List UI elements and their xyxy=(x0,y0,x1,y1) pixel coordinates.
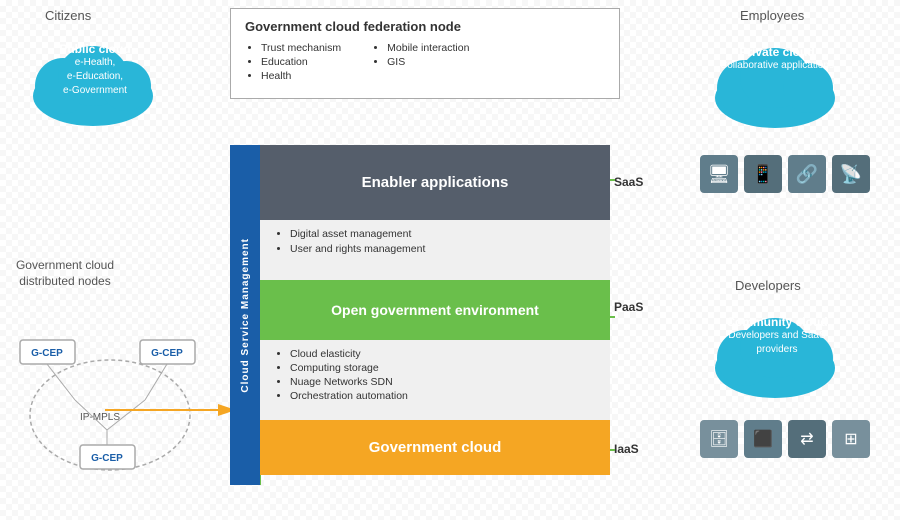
paas-item: Cloud elasticity xyxy=(290,348,596,360)
private-cloud-content: Private cloud Collaborative applications xyxy=(712,45,842,73)
employees-label: Employees xyxy=(740,8,804,23)
community-cloud-content: Community cloud Developers and SaaS prov… xyxy=(712,315,842,357)
saas-item: Digital asset management xyxy=(290,228,596,240)
developers-label: Developers xyxy=(735,278,801,293)
federation-col1: Trust mechanism Education Health xyxy=(245,42,341,84)
wifi-icon: 📡 xyxy=(832,155,870,193)
federation-content: Trust mechanism Education Health Mobile … xyxy=(245,42,605,84)
monitor-icon: 🖥 xyxy=(700,155,738,193)
csm-text: Cloud Service Management xyxy=(240,238,251,393)
arrow-to-csm xyxy=(100,380,235,440)
paas-title: Open government environment xyxy=(331,301,539,319)
federation-col2: Mobile interaction GIS xyxy=(371,42,469,84)
server-icon: ⬛ xyxy=(744,420,782,458)
public-cloud-content: Public cloud e-Health,e-Education,e-Gove… xyxy=(30,42,160,98)
federation-item: Mobile interaction xyxy=(387,42,469,54)
federation-item: Trust mechanism xyxy=(261,42,341,54)
saas-label: SaaS xyxy=(614,175,643,189)
paas-label: PaaS xyxy=(614,300,643,314)
svg-text:G-CEP: G-CEP xyxy=(151,348,183,359)
paas-content: Cloud elasticity Computing storage Nuage… xyxy=(260,340,610,420)
tablet-icon: 📱 xyxy=(744,155,782,193)
federation-box: Government cloud federation node Trust m… xyxy=(230,8,620,99)
public-cloud-title: Public cloud xyxy=(30,42,160,56)
federation-item: Education xyxy=(261,56,341,68)
transfer-icon: ⇄ xyxy=(788,420,826,458)
grid-icon: ⊞ xyxy=(832,420,870,458)
paas-item: Computing storage xyxy=(290,362,596,374)
svg-text:G-CEP: G-CEP xyxy=(91,453,123,464)
network-icon: 🔗 xyxy=(788,155,826,193)
paas-item: Orchestration automation xyxy=(290,390,596,402)
saas-layer: Enabler applications xyxy=(260,145,610,220)
saas-icons-row: 🖥 📱 🔗 📡 xyxy=(700,155,870,193)
iaas-label: IaaS xyxy=(614,442,639,456)
database-icon: 🗄 xyxy=(700,420,738,458)
private-cloud-subtitle: Collaborative applications xyxy=(712,59,842,73)
paas-item: Nuage Networks SDN xyxy=(290,376,596,388)
saas-title: Enabler applications xyxy=(362,174,509,191)
saas-content: Digital asset management User and rights… xyxy=(260,220,610,280)
csm-bar: Cloud Service Management xyxy=(230,145,260,485)
iaas-icons-row: 🗄 ⬛ ⇄ ⊞ xyxy=(700,420,870,458)
community-cloud-subtitle: Developers and SaaS providers xyxy=(712,329,842,357)
private-cloud-title: Private cloud xyxy=(712,45,842,59)
federation-item: GIS xyxy=(387,56,469,68)
iaas-title: Government cloud xyxy=(369,439,502,456)
svg-text:G-CEP: G-CEP xyxy=(31,348,63,359)
iaas-layer: Government cloud xyxy=(260,420,610,475)
public-cloud-items: e-Health,e-Education,e-Government xyxy=(30,56,160,98)
federation-item: Health xyxy=(261,70,341,82)
saas-item: User and rights management xyxy=(290,243,596,255)
paas-layer: Open government environment xyxy=(260,280,610,340)
community-cloud-title: Community cloud xyxy=(712,315,842,329)
federation-title: Government cloud federation node xyxy=(245,19,605,34)
citizens-label: Citizens xyxy=(45,8,91,23)
